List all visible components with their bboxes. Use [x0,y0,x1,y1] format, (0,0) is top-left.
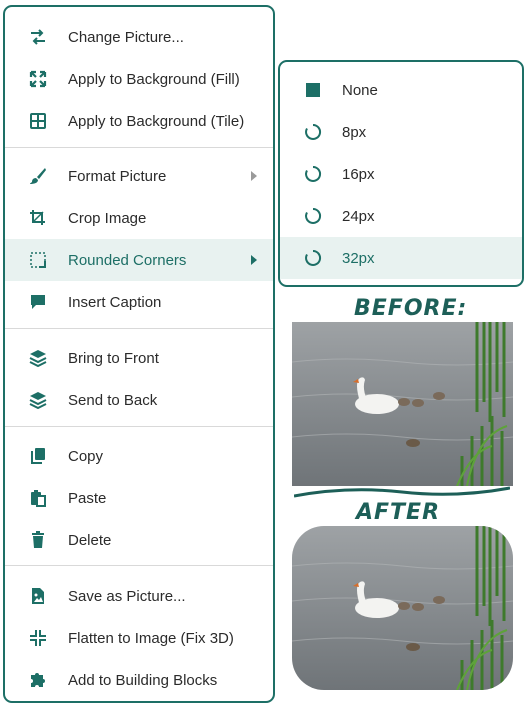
menu-item-label: Change Picture... [68,28,184,46]
menu-item-label: Send to Back [68,391,158,409]
submenu-item-label: 32px [342,249,375,267]
menu-item-copy[interactable]: Copy [5,435,273,477]
menu-item-label: Flatten to Image (Fix 3D) [68,629,234,647]
menu-item-send-to-back[interactable]: Send to Back [5,379,273,421]
menu-item-label: Copy [68,447,104,465]
menu-item-change-picture[interactable]: Change Picture... [5,16,273,58]
brush-icon [29,167,47,185]
menu-item-apply-background-tile[interactable]: Apply to Background (Tile) [5,100,273,142]
menu-item-label: Delete [68,531,112,549]
paste-icon [29,489,47,507]
menu-item-save-as-picture[interactable]: Save as Picture... [5,575,273,617]
layers-icon [29,349,47,367]
menu-item-add-to-building-blocks[interactable]: Add to Building Blocks [5,659,273,701]
menu-separator [5,426,273,427]
menu-item-label: Apply to Background (Fill) [68,70,240,88]
menu-item-rounded-corners[interactable]: Rounded Corners [5,239,273,281]
collapse-arrows-icon [29,629,47,647]
menu-item-insert-caption[interactable]: Insert Caption [5,281,273,323]
menu-item-label: Crop Image [68,209,147,227]
menu-item-label: Format Picture [68,167,167,185]
before-label: BEFORE: [354,296,468,321]
submenu-item-16px[interactable]: 16px [280,153,522,195]
puzzle-icon [29,671,47,689]
before-photo [292,322,513,486]
image-file-icon [29,587,47,605]
submenu-item-8px[interactable]: 8px [280,111,522,153]
after-photo [292,526,513,690]
submenu-item-32px[interactable]: 32px [280,237,522,279]
menu-item-apply-background-fill[interactable]: Apply to Background (Fill) [5,58,273,100]
menu-item-flatten-to-image[interactable]: Flatten to Image (Fix 3D) [5,617,273,659]
expand-arrows-icon [29,70,47,88]
context-menu: Change Picture... Apply to Background (F… [3,5,275,703]
menu-item-label: Save as Picture... [68,587,186,605]
menu-separator [5,565,273,566]
menu-item-format-picture[interactable]: Format Picture [5,155,273,197]
submenu-item-24px[interactable]: 24px [280,195,522,237]
menu-item-label: Bring to Front [68,349,159,367]
menu-item-label: Insert Caption [68,293,162,311]
submenu-item-label: 24px [342,207,375,225]
rounded-corners-submenu: None 8px 16px 24px 32px [278,60,524,287]
submenu-item-label: 16px [342,165,375,183]
menu-item-delete[interactable]: Delete [5,519,273,561]
layers-icon [29,391,47,409]
menu-item-crop-image[interactable]: Crop Image [5,197,273,239]
crop-icon [29,209,47,227]
square-filled-icon [304,81,322,99]
wave-divider [293,486,511,500]
speech-bubble-icon [29,293,47,311]
trash-icon [29,531,47,549]
submenu-arrow-icon [251,255,257,265]
menu-item-bring-to-front[interactable]: Bring to Front [5,337,273,379]
swap-arrows-icon [29,28,47,46]
menu-item-label: Paste [68,489,107,507]
submenu-arrow-icon [251,171,257,181]
circle-notch-icon [304,123,322,141]
circle-notch-icon [304,249,322,267]
menu-separator [5,147,273,148]
menu-item-label: Rounded Corners [68,251,187,269]
menu-separator [5,328,273,329]
menu-item-paste[interactable]: Paste [5,477,273,519]
submenu-item-none[interactable]: None [280,69,522,111]
submenu-item-label: 8px [342,123,367,141]
grid-icon [29,112,47,130]
circle-notch-icon [304,165,322,183]
rounded-corner-icon [29,251,47,269]
after-label: AFTER [356,500,441,525]
circle-notch-icon [304,207,322,225]
menu-item-label: Add to Building Blocks [68,671,218,689]
submenu-item-label: None [342,81,378,99]
menu-item-label: Apply to Background (Tile) [68,112,245,130]
copy-icon [29,447,47,465]
